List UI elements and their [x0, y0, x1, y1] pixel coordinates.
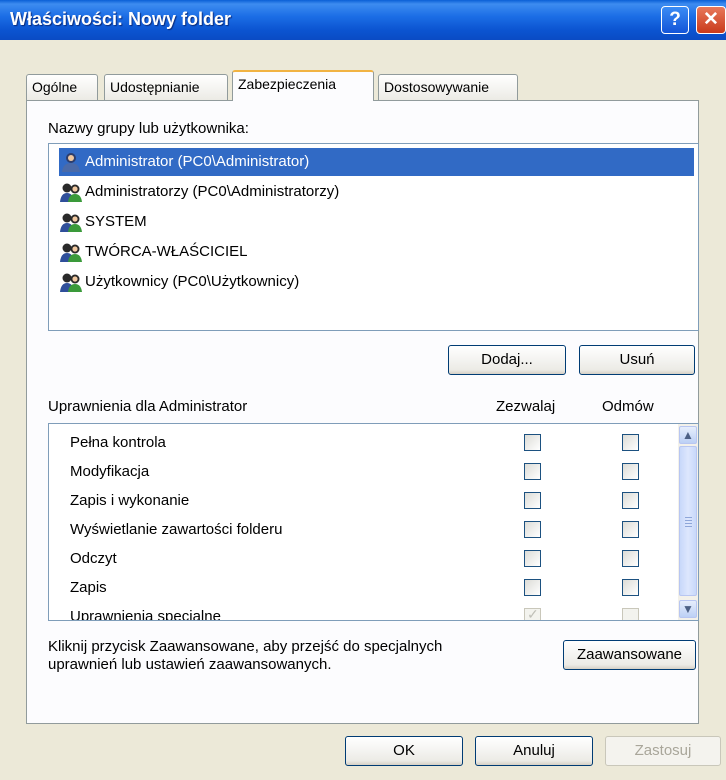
- deny-checkbox[interactable]: [622, 579, 639, 596]
- allow-checkbox: ✓: [524, 606, 541, 621]
- permission-row-full-control: Pełna kontrola: [49, 429, 669, 459]
- user-item-users[interactable]: Użytkownicy (PC0\Użytkownicy): [59, 268, 299, 296]
- users-label-text: Nazwy grupy lub użytkownika:: [48, 120, 249, 137]
- help-button[interactable]: ?: [661, 6, 689, 34]
- title-bar[interactable]: Właściwości: Nowy folder ? ✕: [0, 0, 726, 40]
- permission-name: Wyświetlanie zawartości folderu: [70, 521, 283, 538]
- scroll-down-button[interactable]: ▼: [679, 600, 697, 618]
- permission-row-list-folder: Wyświetlanie zawartości folderu: [49, 516, 669, 546]
- allow-checkbox[interactable]: [524, 434, 541, 451]
- apply-button: Zastosuj: [605, 736, 721, 766]
- group-icon: [60, 273, 82, 292]
- deny-checkbox[interactable]: [622, 521, 639, 538]
- permission-name: Pełna kontrola: [70, 434, 166, 451]
- user-name: Administratorzy (PC0\Administratorzy): [85, 183, 340, 200]
- permission-row-special: Uprawnienia specjalne ✓: [49, 603, 669, 621]
- user-icon: [62, 153, 80, 172]
- group-icon: [60, 213, 82, 232]
- user-item-creator-owner[interactable]: TWÓRCA-WŁAŚCICIEL: [59, 238, 248, 266]
- permission-name: Uprawnienia specjalne: [70, 608, 221, 621]
- allow-checkbox[interactable]: [524, 463, 541, 480]
- user-name: SYSTEM: [85, 213, 147, 230]
- permission-name: Odczyt: [70, 550, 117, 567]
- users-list[interactable]: Administrator (PC0\Administrator) Admini…: [48, 143, 699, 331]
- permission-name: Zapis: [70, 579, 107, 596]
- permission-row-write: Zapis: [49, 574, 669, 604]
- deny-checkbox[interactable]: [622, 434, 639, 451]
- user-name: Użytkownicy (PC0\Użytkownicy): [85, 273, 300, 290]
- check-icon: ✓: [527, 606, 539, 621]
- group-icon: [60, 183, 82, 202]
- deny-column-header: Odmów: [602, 398, 654, 415]
- deny-checkbox[interactable]: [622, 492, 639, 509]
- permissions-scrollbar[interactable]: ▲ ▼: [678, 424, 698, 620]
- scroll-up-button[interactable]: ▲: [679, 426, 697, 444]
- permission-name: Zapis i wykonanie: [70, 492, 190, 509]
- user-name: TWÓRCA-WŁAŚCICIEL: [85, 243, 248, 260]
- remove-button[interactable]: Usuń: [579, 345, 695, 375]
- ok-button[interactable]: OK: [345, 736, 463, 766]
- close-button[interactable]: ✕: [696, 6, 726, 34]
- tab-general[interactable]: Ogólne: [26, 74, 98, 100]
- allow-checkbox[interactable]: [524, 492, 541, 509]
- allow-checkbox[interactable]: [524, 550, 541, 567]
- add-button[interactable]: Dodaj...: [448, 345, 566, 375]
- user-name: Administrator (PC0\Administrator): [85, 153, 310, 170]
- deny-checkbox[interactable]: [622, 463, 639, 480]
- deny-checkbox: [622, 608, 639, 620]
- permission-row-read-execute: Zapis i wykonanie: [49, 487, 669, 517]
- tab-customize[interactable]: Dostosowywanie: [378, 74, 518, 100]
- group-icon: [60, 243, 82, 262]
- allow-checkbox[interactable]: [524, 521, 541, 538]
- advanced-button[interactable]: Zaawansowane: [563, 640, 696, 670]
- permissions-list[interactable]: Pełna kontrola Modyfikacja Zapis i wykon…: [48, 423, 699, 621]
- advanced-info-text: Kliknij przycisk Zaawansowane, aby przej…: [48, 638, 443, 673]
- tab-sharing[interactable]: Udostępnianie: [104, 74, 228, 100]
- window-title: Właściwości: Nowy folder: [10, 9, 232, 29]
- users-label: Nazwy grupy lub użytkownika:: [48, 120, 249, 137]
- allow-checkbox[interactable]: [524, 579, 541, 596]
- allow-column-header: Zezwalaj: [496, 398, 556, 415]
- user-item-administratorzy[interactable]: Administratorzy (PC0\Administratorzy): [59, 178, 339, 206]
- tab-security[interactable]: Zabezpieczenia: [232, 70, 374, 101]
- scroll-thumb[interactable]: [679, 446, 697, 596]
- user-item-system[interactable]: SYSTEM: [59, 208, 147, 236]
- permission-row-modify: Modyfikacja: [49, 458, 669, 488]
- deny-checkbox[interactable]: [622, 550, 639, 567]
- user-item-administrator[interactable]: Administrator (PC0\Administrator): [59, 148, 694, 176]
- permission-row-read: Odczyt: [49, 545, 669, 575]
- cancel-button[interactable]: Anuluj: [475, 736, 593, 766]
- permission-name: Modyfikacja: [70, 463, 150, 480]
- permissions-label: Uprawnienia dla Administrator: [48, 398, 248, 415]
